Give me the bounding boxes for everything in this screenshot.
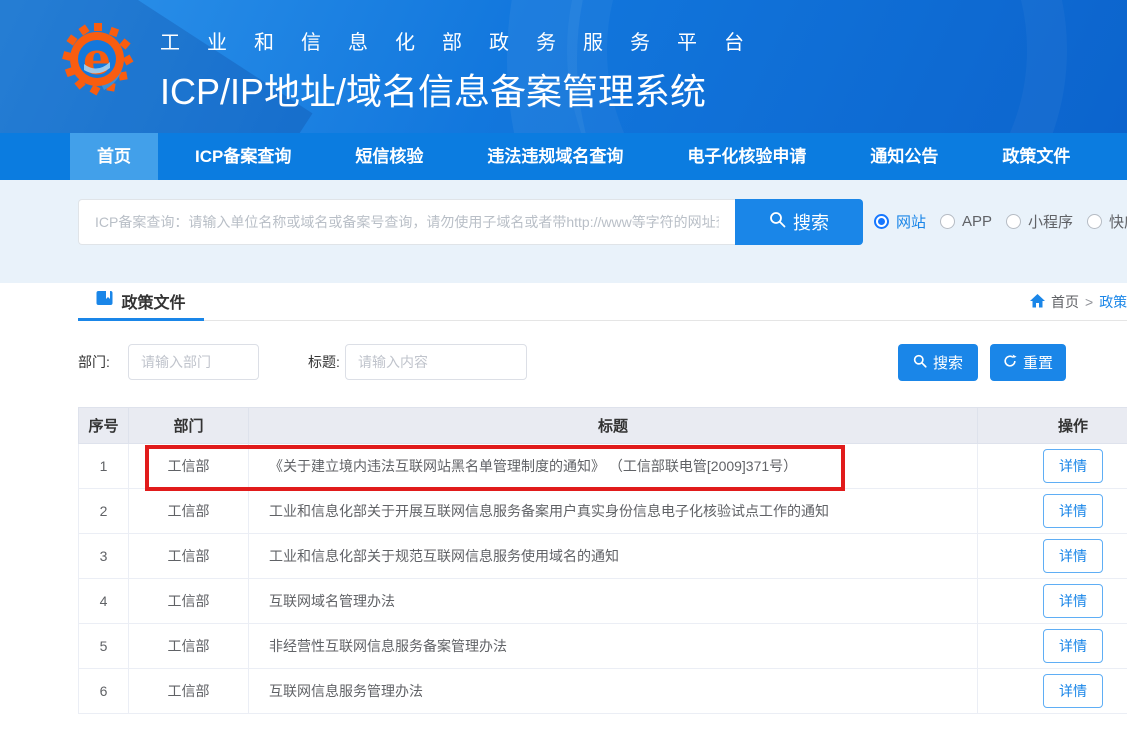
row-no: 3 bbox=[79, 534, 129, 579]
row-no: 5 bbox=[79, 624, 129, 669]
title-filter-label: 标题: bbox=[308, 344, 340, 380]
radio-unselected-icon bbox=[1006, 214, 1021, 229]
policy-table: 序号 部门 标题 操作 1 工信部 《关于建立境内违法互联网站黑名单管理制度的通… bbox=[78, 407, 1127, 714]
radio-unselected-icon bbox=[940, 214, 955, 229]
breadcrumb-current-link[interactable]: 政策文件 bbox=[1099, 292, 1127, 312]
svg-text:e: e bbox=[83, 34, 111, 85]
section-tab-row: 政策文件 首页 > 政策文件 bbox=[0, 283, 1127, 321]
row-dept: 工信部 bbox=[129, 489, 249, 534]
tab-policy-files[interactable]: 政策文件 bbox=[78, 283, 204, 321]
search-button-label: 搜索 bbox=[793, 209, 829, 235]
col-header-title: 标题 bbox=[249, 408, 978, 444]
system-title: ICP/IP地址/域名信息备案管理系统 bbox=[160, 63, 771, 115]
row-dept: 工信部 bbox=[129, 444, 249, 489]
breadcrumb: 首页 > 政策文件 bbox=[1030, 292, 1127, 312]
search-icon bbox=[769, 211, 786, 233]
radio-selected-icon bbox=[874, 214, 889, 229]
row-dept: 工信部 bbox=[129, 624, 249, 669]
col-header-no: 序号 bbox=[79, 408, 129, 444]
filter-reset-label: 重置 bbox=[1023, 352, 1053, 373]
table-row: 4 工信部 互联网域名管理办法 详情 bbox=[79, 579, 1127, 624]
filter-row: 部门: 标题: 搜索 重置 bbox=[0, 344, 1127, 380]
platform-title: 工业和信息化部政务服务平台 bbox=[160, 26, 771, 55]
refresh-icon bbox=[1003, 354, 1017, 372]
detail-button[interactable]: 详情 bbox=[1043, 449, 1103, 483]
section-tab-label: 政策文件 bbox=[121, 289, 185, 313]
row-no: 1 bbox=[79, 444, 129, 489]
row-no: 2 bbox=[79, 489, 129, 534]
detail-button[interactable]: 详情 bbox=[1043, 584, 1103, 618]
icp-search-button[interactable]: 搜索 bbox=[735, 199, 863, 245]
nav-item-icp-query[interactable]: ICP备案查询 bbox=[168, 133, 318, 180]
search-type-radio-group: 网站 APP 小程序 快应用 bbox=[874, 211, 1127, 232]
main-nav: 首页 ICP备案查询 短信核验 违法违规域名查询 电子化核验申请 通知公告 政策… bbox=[0, 133, 1127, 180]
breadcrumb-separator: > bbox=[1085, 294, 1093, 310]
radio-unselected-icon bbox=[1087, 214, 1102, 229]
row-title: 工业和信息化部关于规范互联网信息服务使用域名的通知 bbox=[249, 534, 978, 579]
detail-button[interactable]: 详情 bbox=[1043, 539, 1103, 573]
nav-item-notices[interactable]: 通知公告 bbox=[843, 133, 965, 180]
table-row: 5 工信部 非经营性互联网信息服务备案管理办法 详情 bbox=[79, 624, 1127, 669]
filter-search-label: 搜索 bbox=[933, 352, 963, 373]
miit-logo-icon: e bbox=[60, 20, 134, 107]
site-header: e 工业和信息化部政务服务平台 ICP/IP地址/域名信息备案管理系统 bbox=[0, 0, 1127, 133]
book-icon bbox=[96, 290, 113, 311]
radio-website[interactable]: 网站 bbox=[874, 211, 926, 232]
col-header-action: 操作 bbox=[978, 408, 1127, 444]
filter-reset-button[interactable]: 重置 bbox=[990, 344, 1066, 381]
icp-search-input[interactable] bbox=[78, 199, 735, 245]
row-title: 《关于建立境内违法互联网站黑名单管理制度的通知》 （工信部联电管[2009]37… bbox=[249, 444, 978, 489]
detail-button[interactable]: 详情 bbox=[1043, 674, 1103, 708]
table-row: 6 工信部 互联网信息服务管理办法 详情 bbox=[79, 669, 1127, 714]
row-title: 工业和信息化部关于开展互联网信息服务备案用户真实身份信息电子化核验试点工作的通知 bbox=[249, 489, 978, 534]
table-row: 3 工信部 工业和信息化部关于规范互联网信息服务使用域名的通知 详情 bbox=[79, 534, 1127, 579]
nav-item-e-verify-apply[interactable]: 电子化核验申请 bbox=[660, 133, 833, 180]
search-icon bbox=[913, 354, 927, 372]
radio-app[interactable]: APP bbox=[940, 213, 992, 230]
row-title: 互联网域名管理办法 bbox=[249, 579, 978, 624]
row-no: 4 bbox=[79, 579, 129, 624]
detail-button[interactable]: 详情 bbox=[1043, 494, 1103, 528]
row-no: 6 bbox=[79, 669, 129, 714]
dept-filter-label: 部门: bbox=[78, 344, 110, 380]
row-dept: 工信部 bbox=[129, 534, 249, 579]
home-icon bbox=[1030, 294, 1045, 311]
nav-item-home[interactable]: 首页 bbox=[70, 133, 158, 180]
breadcrumb-home-link[interactable]: 首页 bbox=[1051, 292, 1079, 312]
nav-item-sms-verify[interactable]: 短信核验 bbox=[328, 133, 450, 180]
row-dept: 工信部 bbox=[129, 669, 249, 714]
table-row: 1 工信部 《关于建立境内违法互联网站黑名单管理制度的通知》 （工信部联电管[2… bbox=[79, 444, 1127, 489]
radio-mini-program[interactable]: 小程序 bbox=[1006, 211, 1073, 232]
title-filter-input[interactable] bbox=[345, 344, 527, 380]
col-header-dept: 部门 bbox=[129, 408, 249, 444]
nav-item-illegal-domain-query[interactable]: 违法违规域名查询 bbox=[460, 133, 650, 180]
row-title: 互联网信息服务管理办法 bbox=[249, 669, 978, 714]
table-header-row: 序号 部门 标题 操作 bbox=[79, 408, 1127, 444]
row-title: 非经营性互联网信息服务备案管理办法 bbox=[249, 624, 978, 669]
row-dept: 工信部 bbox=[129, 579, 249, 624]
table-row: 2 工信部 工业和信息化部关于开展互联网信息服务备案用户真实身份信息电子化核验试… bbox=[79, 489, 1127, 534]
radio-quick-app[interactable]: 快应用 bbox=[1087, 211, 1127, 232]
dept-filter-input[interactable] bbox=[128, 344, 259, 380]
detail-button[interactable]: 详情 bbox=[1043, 629, 1103, 663]
filter-search-button[interactable]: 搜索 bbox=[898, 344, 978, 381]
icp-search-section: 搜索 网站 APP 小程序 快应用 bbox=[0, 180, 1127, 283]
nav-item-policy-files[interactable]: 政策文件 bbox=[975, 133, 1097, 180]
